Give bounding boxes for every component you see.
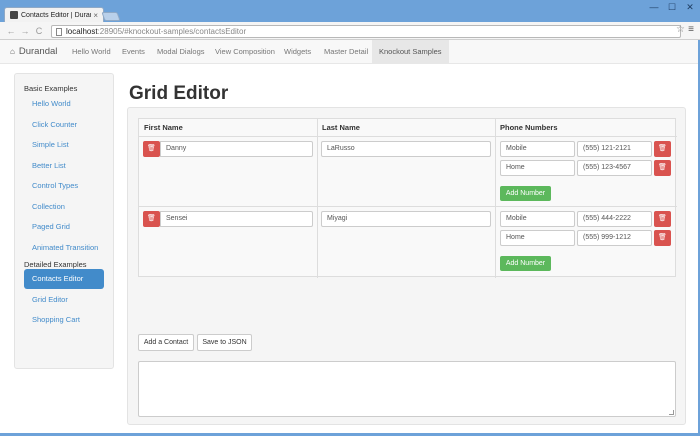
last-name-field[interactable]: LaRusso — [321, 141, 491, 157]
phone-type-field[interactable]: Home — [500, 230, 575, 246]
minimize-button[interactable]: — — [648, 2, 660, 13]
trash-icon: 🗑 — [658, 164, 667, 171]
trash-icon: 🗑 — [147, 215, 156, 222]
nav-modal-dialogs[interactable]: Modal Dialogs — [153, 40, 209, 64]
reload-icon[interactable]: C — [32, 26, 46, 36]
header-divider — [139, 136, 677, 137]
sidebar-item-grid-editor[interactable]: Grid Editor — [24, 290, 104, 310]
sidebar-item-click-counter[interactable]: Click Counter — [24, 115, 104, 135]
tab-close-icon[interactable]: × — [93, 11, 98, 20]
phone-number-field[interactable]: (555) 123-4567 — [577, 160, 652, 176]
phone-number-field[interactable]: (555) 121-2121 — [577, 141, 652, 157]
tab-title: Contacts Editor | Durand — [21, 11, 92, 19]
window-controls: — ☐ ✕ — [648, 2, 696, 13]
sidebar-item-shopping-cart[interactable]: Shopping Cart — [24, 310, 104, 330]
delete-phone-button[interactable]: 🗑 — [654, 141, 671, 157]
back-arrow-icon[interactable]: ← — [4, 26, 18, 36]
trash-icon: 🗑 — [658, 234, 667, 241]
sidebar-item-contacts-editor[interactable]: Contacts Editor — [24, 269, 104, 289]
phone-number-field[interactable]: (555) 999-1212 — [577, 230, 652, 246]
nav-view-composition[interactable]: View Composition — [211, 40, 279, 64]
page-viewport: ⌂ Durandal Hello World Events Modal Dial… — [0, 40, 698, 433]
browser-tab[interactable]: Contacts Editor | Durand × — [4, 7, 104, 22]
new-tab-button[interactable] — [101, 12, 121, 21]
sidebar-item-paged-grid[interactable]: Paged Grid — [24, 217, 104, 237]
trash-icon: 🗑 — [658, 215, 667, 222]
last-name-field[interactable]: Miyagi — [321, 211, 491, 227]
nav-hello-world[interactable]: Hello World — [68, 40, 115, 64]
delete-phone-button[interactable]: 🗑 — [654, 211, 671, 227]
sidebar-item-animated-transition[interactable]: Animated Transition — [24, 238, 104, 258]
sidebar: Basic Examples Hello World Click Counter… — [14, 73, 114, 369]
phone-number-field[interactable]: (555) 444-2222 — [577, 211, 652, 227]
close-window-button[interactable]: ✕ — [684, 2, 696, 13]
nav-knockout-samples[interactable]: Knockout Samples — [372, 40, 449, 64]
save-to-json-button[interactable]: Save to JSON — [197, 334, 252, 351]
address-bar[interactable]: localhost:28905/#knockout-samples/contac… — [51, 25, 681, 38]
nav-master-detail[interactable]: Master Detail — [320, 40, 372, 64]
delete-contact-button[interactable]: 🗑 — [143, 211, 160, 227]
maximize-button[interactable]: ☐ — [666, 2, 678, 13]
column-divider — [317, 119, 318, 278]
delete-phone-button[interactable]: 🗑 — [654, 230, 671, 246]
add-number-button[interactable]: Add Number — [500, 256, 551, 271]
url-host: localhost — [66, 27, 98, 36]
basic-examples-header: Basic Examples — [24, 84, 78, 93]
column-divider — [495, 119, 496, 278]
sidebar-item-hello-world[interactable]: Hello World — [24, 94, 104, 114]
browser-window: Contacts Editor | Durand × — ☐ ✕ ← → C l… — [0, 0, 700, 436]
contacts-grid: First Name Last Name Phone Numbers 🗑 Dan… — [138, 118, 677, 278]
page-title: Grid Editor — [129, 83, 229, 104]
browser-menu-icon[interactable]: ≡ — [688, 24, 694, 35]
page-favicon-icon — [10, 11, 18, 19]
phone-type-field[interactable]: Home — [500, 160, 575, 176]
trash-icon: 🗑 — [658, 145, 667, 152]
sidebar-item-collection[interactable]: Collection — [24, 197, 104, 217]
bookmark-star-icon[interactable]: ☆ — [676, 24, 685, 35]
delete-contact-button[interactable]: 🗑 — [143, 141, 160, 157]
nav-events[interactable]: Events — [118, 40, 149, 64]
app-navbar: ⌂ Durandal Hello World Events Modal Dial… — [0, 40, 698, 64]
row-divider — [139, 206, 677, 207]
forward-arrow-icon[interactable]: → — [18, 26, 32, 36]
add-number-button[interactable]: Add Number — [500, 186, 551, 201]
phone-type-field[interactable]: Mobile — [500, 211, 575, 227]
json-output-textarea[interactable] — [138, 361, 676, 417]
nav-widgets[interactable]: Widgets — [280, 40, 315, 64]
add-contact-button[interactable]: Add a Contact — [138, 334, 194, 351]
sidebar-item-control-types[interactable]: Control Types — [24, 176, 104, 196]
home-icon: ⌂ — [10, 47, 15, 56]
url-path: :28905/#knockout-samples/contactsEditor — [97, 27, 247, 36]
delete-phone-button[interactable]: 🗑 — [654, 160, 671, 176]
phone-type-field[interactable]: Mobile — [500, 141, 575, 157]
resize-handle-icon[interactable] — [669, 410, 674, 415]
column-header-last-name: Last Name — [322, 123, 360, 132]
trash-icon: 🗑 — [147, 145, 156, 152]
column-header-first-name: First Name — [144, 123, 183, 132]
first-name-field[interactable]: Danny — [160, 141, 313, 157]
brand-label: Durandal — [18, 46, 58, 57]
tab-strip: Contacts Editor | Durand × — ☐ ✕ — [0, 0, 700, 22]
first-name-field[interactable]: Sensei — [160, 211, 313, 227]
sidebar-item-simple-list[interactable]: Simple List — [24, 135, 104, 155]
page-icon — [56, 27, 62, 36]
editor-panel: First Name Last Name Phone Numbers 🗑 Dan… — [127, 107, 686, 425]
column-header-phone-numbers: Phone Numbers — [500, 123, 558, 132]
sidebar-item-better-list[interactable]: Better List — [24, 156, 104, 176]
brand[interactable]: ⌂ Durandal — [10, 46, 57, 57]
detailed-examples-header: Detailed Examples — [24, 260, 87, 269]
